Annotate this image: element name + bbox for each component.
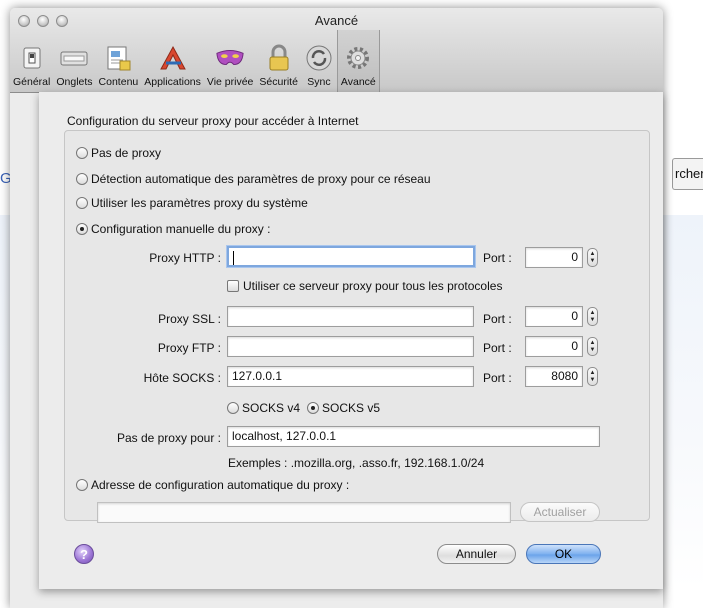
tab-sync[interactable]: Sync bbox=[301, 30, 337, 92]
tab-general[interactable]: Général bbox=[10, 30, 53, 92]
http-port-stepper[interactable]: ▲ ▼ bbox=[587, 248, 598, 267]
tab-privacy-label: Vie privée bbox=[206, 76, 254, 88]
radio-socks-v4-label: SOCKS v4 bbox=[242, 401, 301, 415]
gear-icon bbox=[343, 43, 373, 73]
switch-icon bbox=[17, 43, 47, 73]
sync-icon bbox=[304, 43, 334, 73]
radio-system-proxy[interactable]: Utiliser les paramètres proxy du système bbox=[76, 196, 308, 210]
radio-auto-config-url-button[interactable] bbox=[76, 479, 88, 491]
radio-socks-v5-button[interactable] bbox=[307, 402, 319, 414]
chevron-down-icon: ▼ bbox=[589, 346, 596, 353]
radio-auto-config-url[interactable]: Adresse de configuration automatique du … bbox=[76, 478, 349, 492]
ssl-port-stepper[interactable]: ▲ ▼ bbox=[587, 307, 598, 326]
radio-system-proxy-label: Utiliser les paramètres proxy du système bbox=[91, 196, 308, 210]
socks-port-field[interactable]: 8080 bbox=[525, 366, 583, 387]
use-for-all-box[interactable] bbox=[227, 280, 239, 292]
tab-security-label: Sécurité bbox=[259, 76, 298, 88]
ftp-port-stepper[interactable]: ▲ ▼ bbox=[587, 337, 598, 356]
tab-content[interactable]: Contenu bbox=[96, 30, 142, 92]
ftp-port-label: Port : bbox=[483, 341, 512, 355]
no-proxy-for-label: Pas de proxy pour : bbox=[116, 431, 221, 445]
text-caret bbox=[233, 250, 234, 265]
ssl-proxy-field[interactable] bbox=[227, 306, 474, 327]
radio-auto-detect-label: Détection automatique des paramètres de … bbox=[91, 172, 431, 186]
chevron-down-icon: ▼ bbox=[589, 376, 596, 383]
radio-manual-proxy-button[interactable] bbox=[76, 223, 88, 235]
proxy-settings-sheet: Configuration du serveur proxy pour accé… bbox=[39, 92, 663, 589]
background-search-button[interactable]: rcher bbox=[672, 158, 703, 190]
tab-applications[interactable]: Applications bbox=[141, 30, 204, 92]
radio-socks-v5-label: SOCKS v5 bbox=[322, 401, 381, 415]
radio-auto-detect-button[interactable] bbox=[76, 173, 88, 185]
content-icon bbox=[103, 43, 133, 73]
http-port-field[interactable]: 0 bbox=[525, 247, 583, 268]
use-for-all-label: Utiliser ce serveur proxy pour tous les … bbox=[243, 279, 503, 293]
tab-tabs-label: Onglets bbox=[56, 76, 93, 88]
socks-port-stepper[interactable]: ▲ ▼ bbox=[587, 367, 598, 386]
ssl-proxy-label: Proxy SSL : bbox=[158, 312, 221, 326]
chevron-down-icon: ▼ bbox=[589, 316, 596, 323]
preferences-toolbar: Général Onglets Contenu Applications Vie… bbox=[10, 30, 380, 92]
tab-sync-label: Sync bbox=[307, 76, 331, 88]
tab-tabs[interactable]: Onglets bbox=[53, 30, 95, 92]
ftp-proxy-label: Proxy FTP : bbox=[157, 341, 221, 355]
ssl-port-label: Port : bbox=[483, 312, 512, 326]
tab-advanced[interactable]: Avancé bbox=[336, 30, 380, 92]
http-port-label: Port : bbox=[483, 251, 512, 265]
help-button[interactable]: ? bbox=[74, 544, 94, 564]
chevron-down-icon: ▼ bbox=[589, 257, 596, 264]
tab-security[interactable]: Sécurité bbox=[256, 30, 301, 92]
http-proxy-label: Proxy HTTP : bbox=[149, 251, 221, 265]
radio-socks-v4-button[interactable] bbox=[227, 402, 239, 414]
radio-auto-detect[interactable]: Détection automatique des paramètres de … bbox=[76, 172, 431, 186]
padlock-icon bbox=[264, 43, 294, 73]
privacy-mask-icon bbox=[215, 43, 245, 73]
ftp-proxy-field[interactable] bbox=[227, 336, 474, 357]
radio-no-proxy[interactable]: Pas de proxy bbox=[76, 146, 161, 160]
use-for-all-checkbox[interactable]: Utiliser ce serveur proxy pour tous les … bbox=[227, 279, 502, 293]
proxy-heading: Configuration du serveur proxy pour accé… bbox=[67, 114, 359, 128]
radio-auto-config-url-label: Adresse de configuration automatique du … bbox=[91, 478, 350, 492]
chevron-up-icon: ▲ bbox=[589, 310, 596, 317]
radio-manual-proxy[interactable]: Configuration manuelle du proxy : bbox=[76, 222, 270, 236]
radio-system-proxy-button[interactable] bbox=[76, 197, 88, 209]
cancel-button[interactable]: Annuler bbox=[437, 544, 516, 564]
radio-no-proxy-label: Pas de proxy bbox=[91, 146, 162, 160]
radio-socks-v4[interactable]: SOCKS v4 bbox=[227, 401, 300, 415]
http-proxy-field[interactable] bbox=[227, 246, 475, 267]
chevron-up-icon: ▲ bbox=[589, 340, 596, 347]
radio-socks-v5[interactable]: SOCKS v5 bbox=[307, 401, 380, 415]
socks-host-field[interactable]: 127.0.0.1 bbox=[227, 366, 474, 387]
ssl-port-field[interactable]: 0 bbox=[525, 306, 583, 327]
radio-manual-proxy-label: Configuration manuelle du proxy : bbox=[91, 222, 271, 236]
chevron-up-icon: ▲ bbox=[589, 370, 596, 377]
ftp-port-field[interactable]: 0 bbox=[525, 336, 583, 357]
tab-content-label: Contenu bbox=[98, 76, 139, 88]
window-title: Avancé bbox=[314, 13, 359, 28]
socks-port-label: Port : bbox=[483, 371, 512, 385]
ok-button[interactable]: OK bbox=[526, 544, 601, 564]
chevron-up-icon: ▲ bbox=[589, 251, 596, 258]
applications-icon bbox=[158, 43, 188, 73]
tab-privacy[interactable]: Vie privée bbox=[204, 30, 257, 92]
tabs-icon bbox=[59, 43, 89, 73]
socks-host-label: Hôte SOCKS : bbox=[143, 371, 221, 385]
title-bar: Avancé Général Onglets Contenu Applicati… bbox=[10, 8, 663, 93]
no-proxy-examples: Exemples : .mozilla.org, .asso.fr, 192.1… bbox=[228, 456, 485, 470]
tab-applications-label: Applications bbox=[144, 76, 201, 88]
reload-button[interactable]: Actualiser bbox=[520, 502, 600, 522]
no-proxy-for-field[interactable]: localhost, 127.0.0.1 bbox=[227, 426, 600, 447]
radio-no-proxy-button[interactable] bbox=[76, 147, 88, 159]
auto-config-url-field[interactable] bbox=[97, 502, 511, 523]
tab-general-label: Général bbox=[13, 76, 51, 88]
tab-advanced-label: Avancé bbox=[340, 76, 376, 88]
